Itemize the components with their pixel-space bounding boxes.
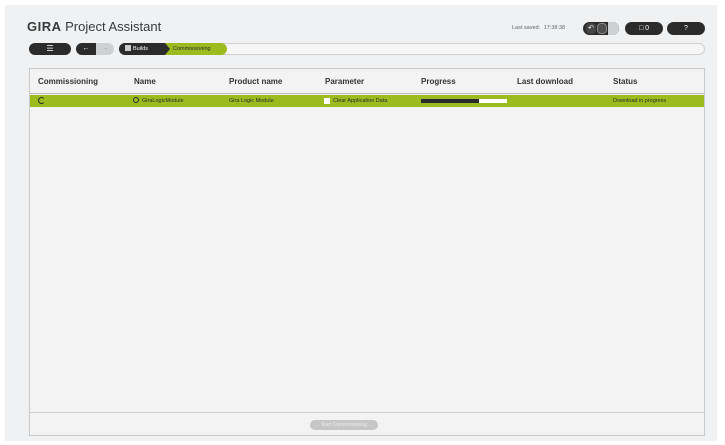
breadcrumb-commissioning[interactable]: Commissioning (161, 43, 227, 55)
last-saved-label: Last saved: (512, 25, 541, 31)
column-product-name[interactable]: Product name (229, 77, 282, 86)
start-commissioning-button[interactable]: Start Commissioning (310, 420, 378, 430)
status-text: Download in progress (613, 98, 667, 104)
last-saved: Last saved: 17:38:38 (512, 25, 565, 31)
app-title: GIRA Project Assistant (27, 19, 161, 34)
app-name: Project Assistant (65, 19, 162, 34)
forward-arrow-icon[interactable]: → (96, 43, 114, 55)
column-commissioning[interactable]: Commissioning (38, 77, 98, 86)
redo-icon[interactable] (597, 23, 607, 34)
spinner-icon (38, 97, 45, 104)
column-progress[interactable]: Progress (421, 77, 456, 86)
last-saved-time: 17:38:38 (543, 25, 566, 31)
breadcrumb-separator (165, 43, 170, 55)
breadcrumb-builds[interactable]: Builds (119, 43, 165, 55)
menu-button[interactable]: ☰ (29, 43, 71, 55)
messages-button[interactable]: □ 0 (625, 22, 663, 35)
column-name[interactable]: Name (134, 77, 156, 86)
footer-divider (30, 412, 704, 413)
column-status[interactable]: Status (613, 77, 637, 86)
column-parameter[interactable]: Parameter (325, 77, 364, 86)
clear-application-data-checkbox[interactable] (324, 98, 330, 104)
device-name: GiraLogicModule (142, 98, 184, 104)
gira-logo: GIRA (27, 19, 62, 34)
table-row[interactable]: GiraLogicModule Gira Logic Module Clear … (30, 95, 704, 107)
progress-bar (421, 99, 507, 103)
progress-fill (421, 99, 480, 103)
history-toggle[interactable] (608, 22, 619, 35)
building-icon (125, 45, 131, 51)
commissioning-table-panel: Commissioning Name Product name Paramete… (29, 68, 705, 436)
messages-count: 0 (645, 25, 650, 32)
app-window: GIRA Project Assistant Last saved: 17:38… (5, 5, 717, 441)
table-header: Commissioning Name Product name Paramete… (30, 69, 704, 94)
navigation-buttons: ← → (76, 43, 114, 55)
product-name: Gira Logic Module (229, 98, 274, 104)
parameter-label: Clear Application Data (333, 98, 388, 104)
gear-icon (133, 97, 139, 103)
undo-icon[interactable]: ↶ (586, 23, 596, 34)
menu-icon: ☰ (46, 44, 54, 53)
back-arrow-icon[interactable]: ← (76, 43, 96, 55)
message-icon: □ (638, 25, 644, 32)
undo-redo-control[interactable]: ↶ (583, 22, 619, 35)
help-button[interactable]: ? (667, 22, 705, 35)
column-last-download[interactable]: Last download (517, 77, 573, 86)
breadcrumb-builds-label: Builds (133, 46, 148, 52)
